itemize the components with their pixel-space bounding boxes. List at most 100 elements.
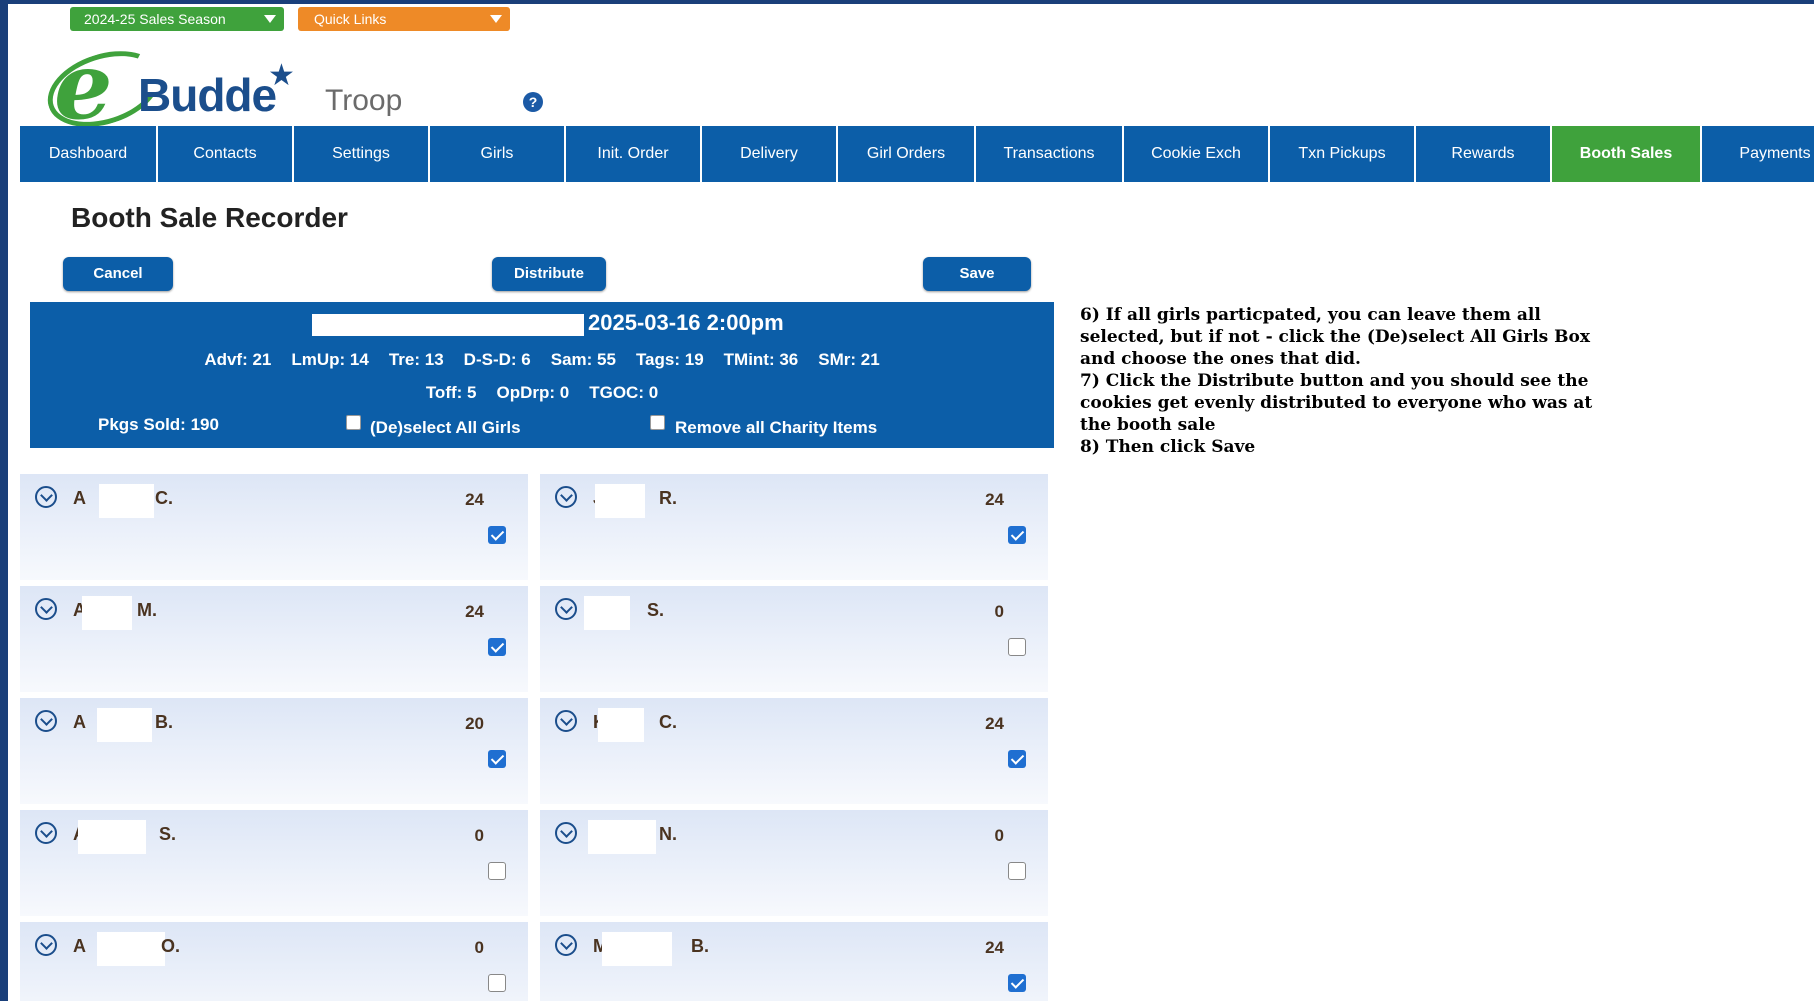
girl-package-count: 24 [465, 602, 484, 621]
chevron-down-circle-icon[interactable] [35, 710, 57, 732]
chevron-down-icon [264, 15, 276, 23]
chevron-down-icon [490, 15, 502, 23]
redacted-location [312, 314, 584, 336]
stat-item: OpDrp: 0 [496, 383, 570, 402]
redacted-name [97, 708, 152, 742]
help-icon[interactable]: ? [523, 92, 543, 112]
girl-select-checkbox[interactable] [1008, 526, 1026, 544]
girl-select-checkbox[interactable] [488, 974, 506, 992]
girl-first-initial: A [73, 936, 86, 956]
nav-tab-txn-pickups[interactable]: Txn Pickups [1270, 126, 1416, 182]
redacted-name [82, 596, 132, 630]
redacted-name [595, 484, 645, 518]
girl-last-initial: R. [659, 488, 677, 508]
nav-tab-contacts[interactable]: Contacts [158, 126, 294, 182]
redacted-name [598, 708, 644, 742]
girl-select-checkbox[interactable] [1008, 974, 1026, 992]
quick-links-dropdown[interactable]: Quick Links [298, 7, 510, 31]
distribute-button[interactable]: Distribute [492, 257, 606, 291]
stat-item: Sam: 55 [550, 350, 616, 369]
chevron-down-circle-icon[interactable] [35, 934, 57, 956]
nav-tab-cookie-exch[interactable]: Cookie Exch [1124, 126, 1270, 182]
girl-package-count: 24 [985, 938, 1004, 957]
stat-item: SMr: 21 [818, 350, 880, 369]
nav-tab-settings[interactable]: Settings [294, 126, 430, 182]
redacted-name [602, 932, 672, 966]
nav-tab-girl-orders[interactable]: Girl Orders [838, 126, 976, 182]
instruction-line: 6) If all girls particpated, you can lea… [1080, 305, 1541, 325]
girl-last-initial: B. [155, 712, 173, 732]
stat-item: Toff: 5 [425, 383, 477, 402]
girl-package-count: 0 [474, 938, 484, 957]
nav-tab-booth-sales[interactable]: Booth Sales [1552, 126, 1702, 182]
chevron-down-circle-icon[interactable] [555, 710, 577, 732]
remove-charity-label[interactable]: Remove all Charity Items [675, 418, 877, 438]
chevron-down-circle-icon[interactable] [35, 822, 57, 844]
chevron-down-circle-icon[interactable] [555, 822, 577, 844]
girl-package-count: 0 [994, 602, 1004, 621]
nav-tab-dashboard[interactable]: Dashboard [20, 126, 158, 182]
girl-card: KC.24 [540, 698, 1048, 804]
nav-tab-transactions[interactable]: Transactions [976, 126, 1124, 182]
girl-select-checkbox[interactable] [1008, 862, 1026, 880]
stat-item: LmUp: 14 [291, 350, 369, 369]
girl-last-initial: N. [659, 824, 677, 844]
girl-select-checkbox[interactable] [1008, 638, 1026, 656]
chevron-down-circle-icon[interactable] [555, 934, 577, 956]
star-icon: ★ [268, 59, 295, 92]
troop-label: Troop [325, 84, 403, 117]
chevron-down-circle-icon[interactable] [555, 486, 577, 508]
nav-tab-payments[interactable]: Payments [1702, 126, 1814, 182]
girl-first-initial: A [73, 488, 86, 508]
girl-last-initial: M. [137, 600, 157, 620]
deselect-all-girls-checkbox[interactable] [346, 415, 361, 430]
season-dropdown[interactable]: 2024-25 Sales Season [70, 7, 284, 31]
girl-select-checkbox[interactable] [488, 638, 506, 656]
instruction-line: selected, but if not - click the (De)sel… [1080, 327, 1590, 347]
booth-info-panel: 2025-03-16 2:00pm Advf: 21 LmUp: 14 Tre: 1… [30, 302, 1054, 448]
nav-tab-rewards[interactable]: Rewards [1416, 126, 1552, 182]
nav-tab-girls[interactable]: Girls [430, 126, 566, 182]
girl-card: KS.0 [540, 586, 1048, 692]
girl-package-count: 20 [465, 714, 484, 733]
girl-select-checkbox[interactable] [488, 862, 506, 880]
cancel-button[interactable]: Cancel [63, 257, 173, 291]
girl-last-initial: C. [659, 712, 677, 732]
deselect-all-girls-label[interactable]: (De)select All Girls [370, 418, 521, 438]
nav-tab-init-order[interactable]: Init. Order [566, 126, 702, 182]
stat-item: Tre: 13 [388, 350, 444, 369]
girl-last-initial: C. [155, 488, 173, 508]
instruction-line: cookies get evenly distributed to everyo… [1080, 393, 1593, 413]
girl-first-initial: A [73, 712, 86, 732]
instructions-text: 6) If all girls particpated, you can lea… [1080, 304, 1700, 458]
girl-card: A M. 24 [20, 586, 528, 692]
chevron-down-circle-icon[interactable] [35, 486, 57, 508]
ebudde-logo[interactable]: e Budde ★ [38, 32, 316, 141]
instruction-line: 7) Click the Distribute button and you s… [1080, 371, 1589, 391]
instruction-line: the booth sale [1080, 415, 1216, 435]
girl-select-checkbox[interactable] [488, 526, 506, 544]
girl-last-initial: S. [647, 600, 665, 620]
booth-datetime: 2025-03-16 2:00pm [588, 310, 784, 335]
save-button[interactable]: Save [923, 257, 1031, 291]
girl-card: A B. 20 [20, 698, 528, 804]
nav-tab-delivery[interactable]: Delivery [702, 126, 838, 182]
stat-item: D-S-D: 6 [463, 350, 531, 369]
girl-select-checkbox[interactable] [488, 750, 506, 768]
stats-row-1: Advf: 21 LmUp: 14 Tre: 13 D-S-D: 6 Sam: 55 Ta… [30, 350, 1054, 370]
girl-card: A C. 24 [20, 474, 528, 580]
chevron-down-circle-icon[interactable] [35, 598, 57, 620]
instruction-line: and choose the ones that did. [1080, 349, 1361, 369]
girl-card: A O. 0 [20, 922, 528, 1001]
girl-package-count: 0 [994, 826, 1004, 845]
girl-card: M B. 24 [540, 922, 1048, 1001]
girl-package-count: 24 [465, 490, 484, 509]
logo-e-glyph: e [54, 32, 113, 140]
chevron-down-circle-icon[interactable] [555, 598, 577, 620]
girl-card: JR.24 [540, 474, 1048, 580]
girl-select-checkbox[interactable] [1008, 750, 1026, 768]
remove-charity-checkbox[interactable] [650, 415, 665, 430]
girl-package-count: 24 [985, 490, 1004, 509]
app-window: 2024-25 Sales Season Quick Links e Budde… [8, 4, 1814, 1001]
main-nav: Dashboard Contacts Settings Girls Init. Orde… [20, 126, 1814, 182]
